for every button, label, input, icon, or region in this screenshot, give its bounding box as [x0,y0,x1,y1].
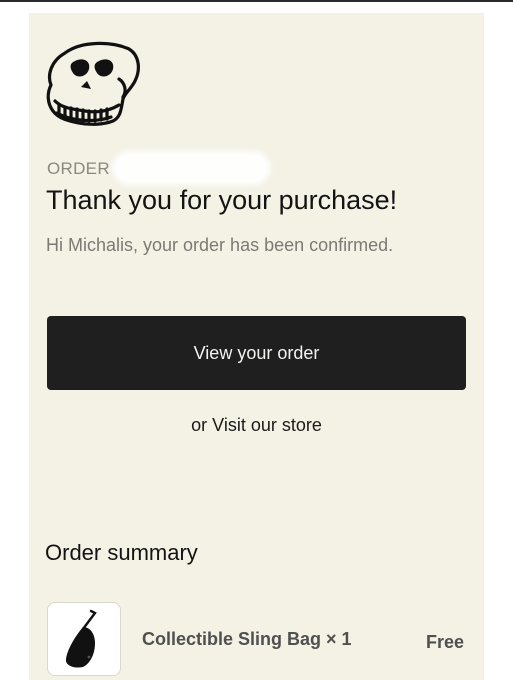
top-divider [0,0,513,2]
confirmation-message: Hi Michalis, your order has been confirm… [46,235,394,255]
redacted-order-number [115,155,266,181]
view-order-button[interactable]: View your order [47,316,466,390]
page-title: Thank you for your purchase! [46,185,398,215]
visit-store-line: or Visit our store [29,415,484,436]
product-price: Free [426,632,465,652]
order-summary-heading: Order summary [45,540,198,565]
product-name: Collectible Sling Bag × 1 [142,629,352,649]
product-thumbnail [47,602,121,676]
sling-bag-icon [65,609,97,668]
email-card: ORDER Thank you for your purchase! Hi Mi… [29,13,484,680]
or-text: or [191,415,208,435]
order-label: ORDER [47,159,110,178]
order-number-line: ORDER [47,155,266,181]
visit-store-link[interactable]: Visit our store [212,415,322,435]
ape-skull-logo-icon [46,41,140,126]
